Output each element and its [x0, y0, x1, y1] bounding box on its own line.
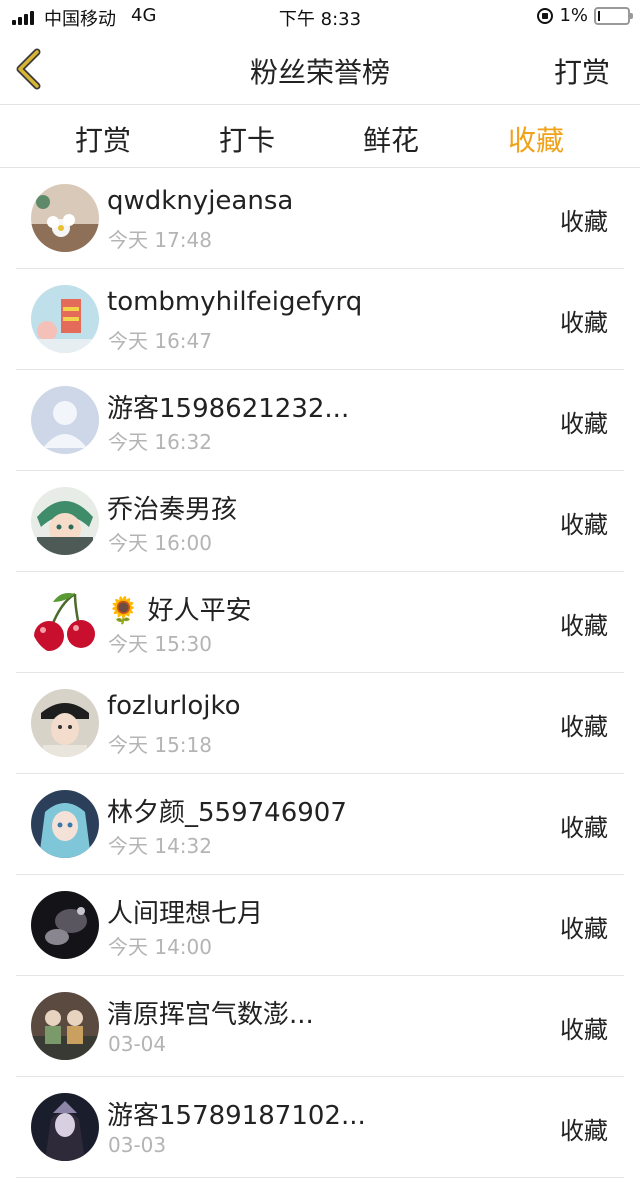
fan-name: 游客15789187102...: [107, 1101, 366, 1131]
fan-time: 今天 15:30: [108, 632, 212, 656]
list-item[interactable]: tombmyhilfeigefyrq 今天 16:47 收藏: [16, 269, 624, 370]
fan-time: 今天 16:32: [108, 430, 212, 454]
favorite-label: 收藏: [560, 915, 608, 943]
favorite-label: 收藏: [560, 814, 608, 842]
favorite-label: 收藏: [560, 612, 608, 640]
battery-percent: 1%: [559, 5, 588, 26]
list-item[interactable]: fozlurlojko 今天 15:18 收藏: [16, 673, 624, 774]
avatar: [31, 1093, 99, 1161]
list-item[interactable]: 游客1598621232... 今天 16:32 收藏: [16, 370, 624, 471]
fan-time: 今天 16:00: [108, 531, 212, 555]
tab-bar: 打赏 打卡 鲜花 收藏: [0, 105, 640, 168]
avatar: [31, 487, 99, 555]
favorite-label: 收藏: [560, 410, 608, 438]
list-item[interactable]: 人间理想七月 今天 14:00 收藏: [16, 875, 624, 976]
orientation-lock-icon: [537, 7, 554, 24]
list-item[interactable]: 乔治奏男孩 今天 16:00 收藏: [16, 471, 624, 572]
fan-name: fozlurlojko: [107, 691, 241, 721]
fan-time: 今天 16:47: [108, 329, 212, 353]
avatar: [31, 992, 99, 1060]
fan-time: 03-04: [108, 1032, 167, 1056]
avatar: [31, 689, 99, 757]
fan-time: 今天 14:32: [108, 834, 212, 858]
status-bar: 中国移动 4G 下午 8:33 1%: [0, 0, 640, 34]
list-item[interactable]: 清原挥宫气数澎... 03-04 收藏: [16, 976, 624, 1077]
favorite-label: 收藏: [560, 208, 608, 236]
list-item[interactable]: 游客15789187102... 03-03 收藏: [16, 1077, 624, 1178]
battery-icon: [594, 6, 633, 25]
list-item[interactable]: qwdknyjeansa 今天 17:48 收藏: [16, 168, 624, 269]
fan-time: 03-03: [108, 1133, 167, 1157]
favorite-label: 收藏: [560, 1016, 608, 1044]
avatar: [31, 285, 99, 353]
fan-name: 乔治奏男孩: [107, 495, 238, 525]
fan-name: 清原挥宫气数澎...: [107, 1000, 314, 1030]
fan-name: tombmyhilfeigefyrq: [107, 287, 363, 317]
tab-flowers[interactable]: 鲜花: [363, 119, 419, 159]
favorite-label: 收藏: [560, 713, 608, 741]
reward-button[interactable]: 打赏: [554, 51, 610, 91]
tab-reward[interactable]: 打赏: [75, 119, 131, 159]
tab-favorites[interactable]: 收藏: [508, 119, 564, 159]
fan-name: 人间理想七月: [107, 899, 264, 929]
fan-time: 今天 17:48: [108, 228, 212, 252]
list-item[interactable]: 林夕颜_559746907 今天 14:32 收藏: [16, 774, 624, 875]
fan-time: 今天 14:00: [108, 935, 212, 959]
nav-bar: 粉丝荣誉榜 打赏: [0, 34, 640, 105]
fan-list: qwdknyjeansa 今天 17:48 收藏 tombmyhilfeigef…: [0, 168, 640, 1178]
favorite-label: 收藏: [560, 1117, 608, 1145]
fan-name: qwdknyjeansa: [107, 186, 294, 216]
fan-name: 林夕颜_559746907: [107, 798, 347, 828]
tab-checkin[interactable]: 打卡: [219, 119, 275, 159]
avatar: [31, 184, 99, 252]
list-item[interactable]: 🌻 好人平安 今天 15:30 收藏: [16, 572, 624, 673]
page-title: 粉丝荣誉榜: [249, 56, 390, 89]
fan-name: 游客1598621232...: [107, 394, 350, 424]
avatar: [31, 790, 99, 858]
favorite-label: 收藏: [560, 511, 608, 539]
fan-name: 🌻 好人平安: [107, 596, 252, 626]
avatar: [31, 891, 99, 959]
avatar: [31, 588, 99, 656]
fan-time: 今天 15:18: [108, 733, 212, 757]
avatar: [31, 386, 99, 454]
favorite-label: 收藏: [560, 309, 608, 337]
status-right: 1%: [537, 5, 633, 26]
